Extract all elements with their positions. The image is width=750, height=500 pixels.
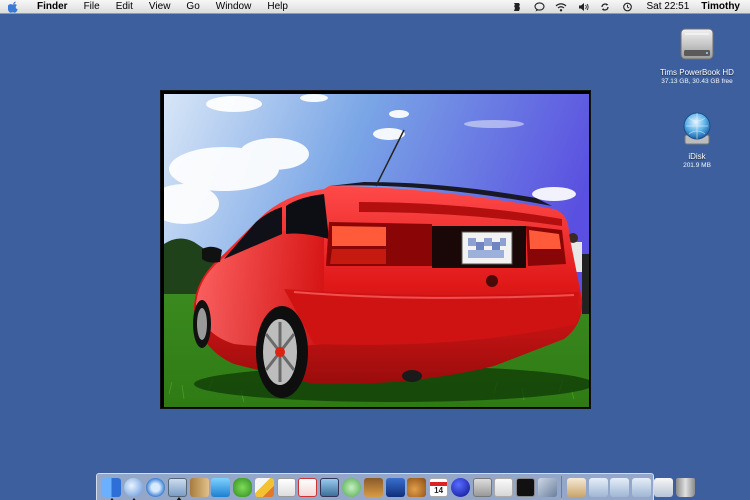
home-icon[interactable] (566, 477, 586, 497)
menu-finder[interactable]: Finder (31, 0, 76, 14)
address-book-icon[interactable] (189, 477, 209, 497)
smiley-icon[interactable] (450, 477, 470, 497)
calculator-icon[interactable] (472, 477, 492, 497)
volume-icon[interactable] (576, 0, 590, 14)
trash-icon[interactable] (675, 477, 695, 497)
ical-icon[interactable]: 14 (429, 477, 449, 497)
menu-window[interactable]: Window (208, 0, 260, 14)
itunes-wave-icon[interactable] (211, 477, 231, 497)
dock-separator (561, 476, 563, 498)
documents-folder-icon[interactable] (588, 477, 608, 497)
script-icon[interactable] (510, 0, 524, 14)
running-indicator (175, 496, 182, 500)
safari-icon[interactable] (145, 477, 165, 497)
acrobat-icon[interactable] (298, 477, 318, 497)
pictures-folder-icon[interactable] (653, 477, 673, 497)
ichat-icon[interactable] (124, 477, 144, 500)
frog-icon[interactable] (233, 477, 253, 497)
menu-edit[interactable]: Edit (108, 0, 141, 14)
iphoto-icon[interactable] (320, 477, 340, 497)
pencil-icon[interactable] (254, 477, 274, 497)
notes-icon[interactable] (494, 477, 514, 497)
idisk-icon (677, 108, 717, 148)
tool-icon[interactable] (538, 477, 558, 497)
menu-bar: Finder File Edit View Go Window Help Sat… (0, 0, 750, 14)
preview-icon[interactable] (167, 477, 187, 500)
dock: 14 (96, 473, 695, 500)
guitar-icon[interactable] (407, 477, 427, 497)
ichat-icon[interactable] (532, 0, 546, 14)
airport-icon[interactable] (554, 0, 568, 14)
finder-icon[interactable] (102, 477, 122, 500)
desktop-hard-drive[interactable]: Tims PowerBook HD 37.13 GB, 30.43 GB fre… (652, 24, 742, 86)
desktop-idisk[interactable]: iDisk 201.9 MB (652, 108, 742, 170)
menu-go[interactable]: Go (178, 0, 207, 14)
textedit-icon[interactable] (276, 477, 296, 497)
garageband-photo-icon[interactable] (363, 477, 383, 497)
red-car-photo (164, 94, 589, 407)
hard-drive-info: 37.13 GB, 30.43 GB free (661, 78, 733, 85)
sync-icon[interactable] (598, 0, 612, 14)
itunes-icon[interactable] (341, 477, 361, 497)
menu-user[interactable]: Timothy (701, 0, 740, 14)
applications-folder-icon[interactable] (610, 477, 630, 497)
hard-drive-label: Tims PowerBook HD (660, 68, 734, 77)
photo-window[interactable] (160, 90, 591, 409)
apple-icon[interactable] (8, 0, 21, 14)
idisk-label: iDisk (688, 152, 706, 161)
ical-date: 14 (430, 481, 448, 496)
downloads-folder-icon[interactable] (632, 477, 652, 497)
menu-view[interactable]: View (141, 0, 179, 14)
hard-drive-icon (677, 24, 717, 64)
menu-file[interactable]: File (76, 0, 108, 14)
idisk-info: 201.9 MB (683, 162, 711, 169)
menu-clock[interactable]: Sat 22:51 (646, 0, 689, 14)
imovie-icon[interactable] (385, 477, 405, 497)
time-machine-icon[interactable] (620, 0, 634, 14)
menu-help[interactable]: Help (259, 0, 296, 14)
terminal-icon[interactable] (516, 477, 536, 497)
